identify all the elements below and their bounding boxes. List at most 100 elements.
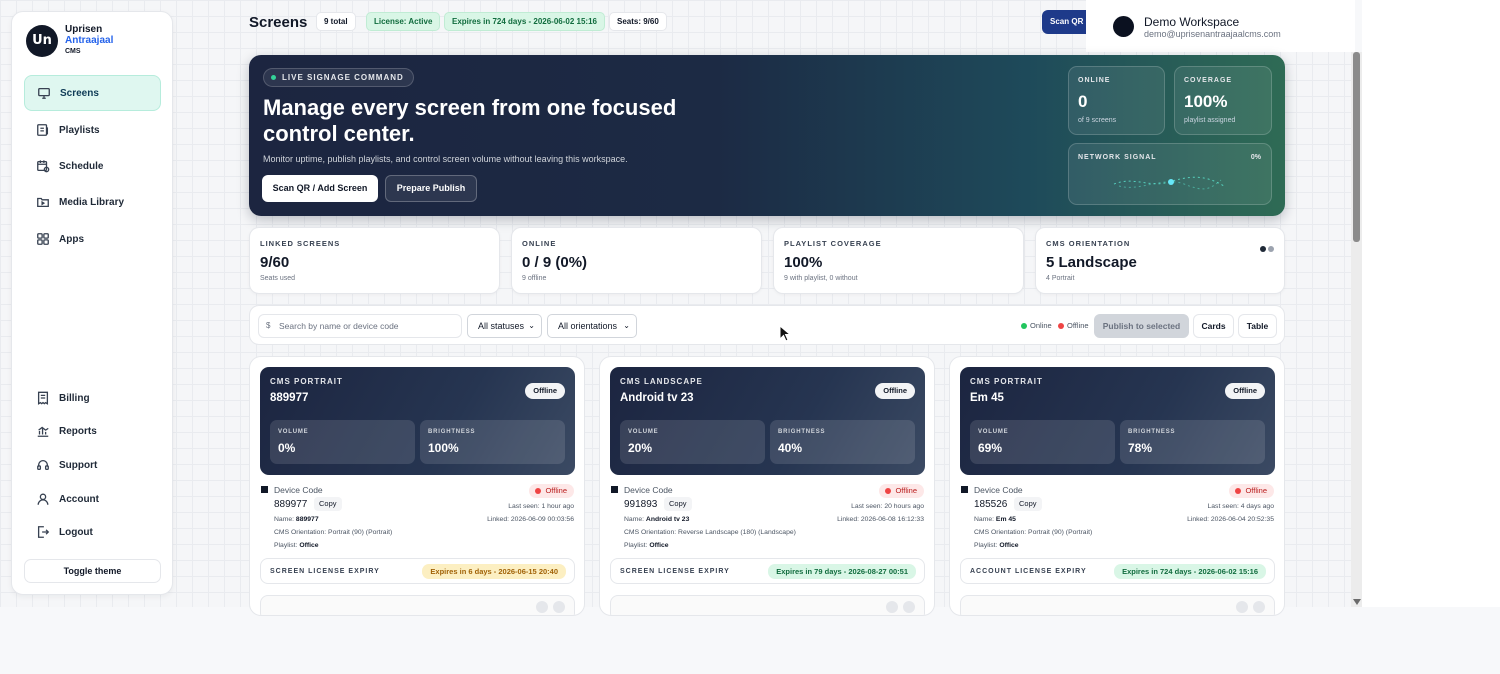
stat-value: 0 / 9 (0%) [522, 254, 588, 271]
status-badge: Offline [875, 383, 915, 399]
sidebar-item-media-library[interactable]: Media Library [24, 184, 161, 220]
brightness-box[interactable]: BRIGHTNESS 100% [420, 420, 565, 464]
copy-button[interactable]: Copy [664, 497, 692, 511]
coverage-card-value: 100% [1184, 92, 1228, 111]
control-button[interactable] [886, 601, 898, 613]
meta-name-value: Android tv 23 [645, 516, 690, 523]
meta-orientation-value: Portrait (90) (Portrait) [328, 529, 393, 536]
apps-grid-icon [36, 232, 50, 246]
volume-box[interactable]: VOLUME 69% [970, 420, 1115, 464]
control-button[interactable] [903, 601, 915, 613]
meta-orientation-label: CMS Orientation: [624, 529, 677, 536]
scan-qr-button[interactable]: Scan QR [1042, 10, 1092, 34]
device-code: 991893 [624, 499, 658, 510]
copy-button[interactable]: Copy [314, 497, 342, 511]
search-input[interactable] [279, 318, 457, 334]
screen-name: Android tv 23 [620, 392, 694, 404]
stat-playlist-coverage: PLAYLIST COVERAGE 100% 9 with playlist, … [773, 227, 1024, 294]
stat-sub: 4 Portrait [1046, 275, 1075, 282]
scrollbar-thumb[interactable] [1353, 52, 1360, 242]
control-button[interactable] [1236, 601, 1248, 613]
select-checkbox[interactable] [961, 486, 968, 493]
screen-kind: CMS PORTRAIT [970, 377, 1043, 386]
stat-sub: 9 offline [522, 275, 547, 282]
view-table-button[interactable]: Table [1238, 314, 1277, 338]
sidebar-item-support[interactable]: Support [24, 447, 161, 483]
control-button[interactable] [553, 601, 565, 613]
meta-orientation: CMS Orientation: Reverse Landscape (180)… [624, 529, 796, 536]
control-button[interactable] [1253, 601, 1265, 613]
expiry-chip: Expires in 724 days - 2026-06-02 15:16 [444, 12, 605, 31]
sidebar-item-billing[interactable]: Billing [24, 380, 161, 416]
brightness-label: BRIGHTNESS [1128, 429, 1176, 435]
meta-playlist: Playlist: Office [974, 542, 1019, 549]
prepare-publish-button[interactable]: Prepare Publish [385, 175, 477, 202]
headset-icon [36, 458, 50, 472]
card-controls-row [260, 595, 575, 615]
screen-name: 889977 [270, 392, 309, 404]
scan-add-screen-button[interactable]: Scan QR / Add Screen [262, 175, 378, 202]
stat-cms-orientation: CMS ORIENTATION 5 Landscape 4 Portrait [1035, 227, 1285, 294]
copy-button[interactable]: Copy [1014, 497, 1042, 511]
screen-card[interactable]: CMS LANDSCAPE Android tv 23 Offline VOLU… [599, 356, 935, 616]
meta-orientation-value: Reverse Landscape (180) (Landscape) [678, 529, 796, 536]
sidebar-item-apps[interactable]: Apps [24, 221, 161, 257]
live-badge-label: LIVE SIGNAGE COMMAND [282, 73, 404, 82]
linked-date: Linked: 2026-06-04 20:52:35 [1187, 516, 1274, 523]
meta-name: Name: 889977 [274, 516, 319, 523]
sidebar-item-label: Media Library [59, 196, 125, 208]
signal-wave-graphic [1113, 176, 1225, 190]
status-badge: Offline [1225, 383, 1265, 399]
status-select[interactable]: All statuses ⌄ [467, 314, 542, 338]
sidebar-item-logout[interactable]: Logout [24, 514, 161, 550]
sidebar-item-label: Account [59, 493, 99, 505]
meta-playlist: Playlist: Office [274, 542, 319, 549]
meta-orientation: CMS Orientation: Portrait (90) (Portrait… [274, 529, 392, 536]
offline-status-pill: Offline [1229, 484, 1274, 498]
brand-line-3: CMS [65, 48, 81, 55]
brightness-label: BRIGHTNESS [428, 429, 476, 435]
legend-offline-label: Offline [1067, 321, 1089, 330]
stat-sub: 9 with playlist, 0 without [784, 275, 858, 282]
scroll-down-arrow[interactable] [1353, 599, 1361, 605]
workspace-menu[interactable]: Demo Workspace demo@uprisenantraajaalcms… [1086, 0, 1355, 52]
sidebar-item-label: Logout [59, 526, 93, 538]
orientation-dots[interactable] [1258, 239, 1274, 257]
license-expiry-row: SCREEN LICENSE EXPIRY Expires in 6 days … [260, 558, 575, 584]
device-code-label: Device Code [974, 485, 1023, 495]
orientation-select[interactable]: All orientations ⌄ [547, 314, 637, 338]
sidebar-item-playlists[interactable]: Playlists [24, 112, 161, 148]
sidebar-item-account[interactable]: Account [24, 481, 161, 517]
select-checkbox[interactable] [611, 486, 618, 493]
stat-sub: Seats used [260, 275, 296, 282]
brand[interactable]: Un Uprisen Antraajaal CMS [26, 24, 113, 57]
sidebar-item-reports[interactable]: Reports [24, 413, 161, 449]
toggle-theme-button[interactable]: Toggle theme [24, 559, 161, 583]
status-badge: Offline [525, 383, 565, 399]
stat-label: LINKED SCREENS [260, 239, 341, 248]
scrollbar[interactable] [1351, 52, 1362, 607]
volume-box[interactable]: VOLUME 0% [270, 420, 415, 464]
brightness-box[interactable]: BRIGHTNESS 40% [770, 420, 915, 464]
legend-online-label: Online [1030, 321, 1052, 330]
control-button[interactable] [536, 601, 548, 613]
meta-playlist-label: Playlist: [274, 542, 298, 549]
sidebar-item-screens[interactable]: Screens [24, 75, 161, 111]
stat-linked-screens: LINKED SCREENS 9/60 Seats used [249, 227, 500, 294]
brightness-box[interactable]: BRIGHTNESS 78% [1120, 420, 1265, 464]
screen-card[interactable]: CMS PORTRAIT Em 45 Offline VOLUME 69% BR… [949, 356, 1285, 616]
page-title: Screens [249, 14, 308, 31]
select-checkbox[interactable] [261, 486, 268, 493]
volume-box[interactable]: VOLUME 20% [620, 420, 765, 464]
offline-status-pill: Offline [879, 484, 924, 498]
view-cards-button[interactable]: Cards [1193, 314, 1234, 338]
screen-card-header: CMS PORTRAIT 889977 Offline VOLUME 0% BR… [260, 367, 575, 475]
last-seen: Last seen: 4 days ago [1207, 503, 1274, 510]
search-box[interactable]: $ [258, 314, 462, 338]
sidebar-item-label: Playlists [59, 124, 100, 136]
volume-value: 69% [978, 441, 1003, 455]
publish-selected-button[interactable]: Publish to selected [1094, 314, 1189, 338]
sidebar-item-schedule[interactable]: Schedule [24, 148, 161, 184]
stat-online: ONLINE 0 / 9 (0%) 9 offline [511, 227, 762, 294]
screen-card[interactable]: CMS PORTRAIT 889977 Offline VOLUME 0% BR… [249, 356, 585, 616]
